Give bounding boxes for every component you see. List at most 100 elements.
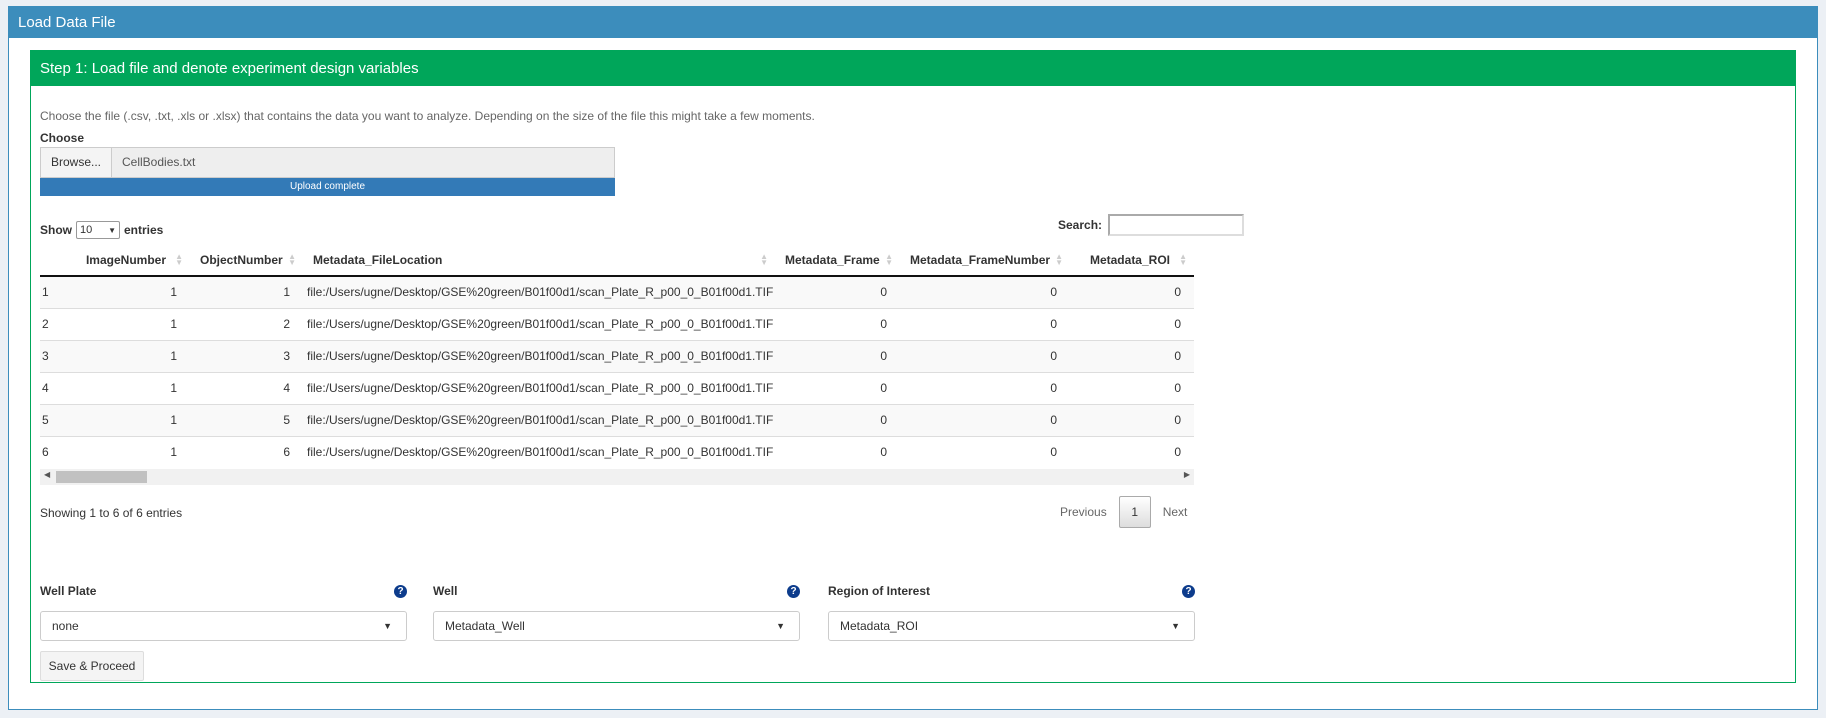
- column-header-label: Metadata_FileLocation: [313, 253, 443, 267]
- upload-progress-bar: Upload complete: [40, 178, 615, 196]
- table-cell: 0: [900, 307, 1070, 340]
- table-cell: 1: [190, 275, 303, 308]
- table-cell: 4: [40, 371, 75, 404]
- roi-field: Region of Interest? Metadata_ROI ▼: [828, 582, 1195, 641]
- table-cell: 0: [775, 275, 900, 308]
- table-cell: 1: [75, 371, 190, 404]
- help-icon[interactable]: ?: [787, 584, 800, 598]
- file-label: Choose: [40, 131, 85, 145]
- caret-down-icon: ▼: [383, 621, 392, 631]
- table-cell: 0: [1070, 403, 1194, 436]
- table-row[interactable]: 5 1 5 file:/Users/ugne/Desktop/GSE%20green/…: [40, 403, 1194, 436]
- table-cell: file:/Users/ugne/Desktop/GSE%20green/B01…: [303, 435, 775, 468]
- caret-down-icon: ▼: [776, 621, 785, 631]
- table-cell: 6: [40, 435, 75, 468]
- table-cell: 3: [40, 339, 75, 372]
- data-table: ImageNumber ▲ ▼ ObjectNumber ▲ ▼ Metadata_File…: [40, 245, 1194, 468]
- caret-down-icon: ▼: [1171, 621, 1180, 631]
- column-header-imagenumber[interactable]: ImageNumber ▲ ▼: [75, 245, 190, 277]
- well-select[interactable]: Metadata_Well ▼: [433, 611, 800, 641]
- table-cell: 0: [1070, 371, 1194, 404]
- scroll-left-icon[interactable]: ◀: [44, 470, 50, 479]
- table-cell: 0: [900, 435, 1070, 468]
- table-cell: 1: [75, 275, 190, 308]
- scroll-right-icon[interactable]: ▶: [1184, 470, 1190, 479]
- table-cell: 0: [1070, 339, 1194, 372]
- table-cell: 0: [775, 307, 900, 340]
- table-cell: 1: [75, 435, 190, 468]
- entries-length: Show 10 ▼ entries: [40, 221, 163, 239]
- table-cell: 0: [775, 371, 900, 404]
- scrollbar-thumb[interactable]: [56, 471, 147, 483]
- table-row[interactable]: 4 1 4 file:/Users/ugne/Desktop/GSE%20green/…: [40, 371, 1194, 404]
- sort-icon[interactable]: ▲ ▼: [175, 253, 183, 267]
- file-input[interactable]: Browse... CellBodies.txt: [40, 147, 615, 178]
- sort-icon[interactable]: ▲ ▼: [1055, 253, 1063, 267]
- column-header-metadata-frame[interactable]: Metadata_Frame ▲ ▼: [775, 245, 900, 277]
- table-row[interactable]: 2 1 2 file:/Users/ugne/Desktop/GSE%20green/…: [40, 307, 1194, 340]
- entries-label: entries: [124, 223, 164, 237]
- column-header-label: ImageNumber: [85, 253, 166, 267]
- page-1-button[interactable]: 1: [1118, 496, 1151, 528]
- next-button[interactable]: Next: [1151, 505, 1200, 519]
- search: Search:: [1058, 214, 1245, 236]
- table-cell: 0: [900, 403, 1070, 436]
- description: Choose the file (.csv, .txt, .xls or .xl…: [40, 109, 815, 123]
- table-cell: 1: [75, 403, 190, 436]
- show-label: Show: [40, 223, 72, 237]
- table-cell: 4: [190, 371, 303, 404]
- sort-icon[interactable]: ▲ ▼: [885, 253, 893, 267]
- column-header-metadata-framenumber[interactable]: Metadata_FrameNumber ▲ ▼: [900, 245, 1070, 277]
- table-cell: 2: [40, 307, 75, 340]
- roi-value: Metadata_ROI: [840, 619, 919, 633]
- table-cell: 0: [1070, 307, 1194, 340]
- table-cell: 5: [40, 403, 75, 436]
- horizontal-scrollbar[interactable]: ◀ ▶: [40, 469, 1194, 485]
- table-row[interactable]: 6 1 6 file:/Users/ugne/Desktop/GSE%20green/…: [40, 435, 1194, 468]
- entries-value: 10: [80, 224, 93, 236]
- table-cell: 0: [775, 339, 900, 372]
- table-cell: 5: [190, 403, 303, 436]
- table-cell: 2: [190, 307, 303, 340]
- table-row[interactable]: 3 1 3 file:/Users/ugne/Desktop/GSE%20green/…: [40, 339, 1194, 372]
- column-header-objectnumber[interactable]: ObjectNumber ▲ ▼: [190, 245, 303, 277]
- help-icon[interactable]: ?: [394, 584, 407, 598]
- step1-title: Step 1: Load file and denote experiment …: [31, 51, 1795, 86]
- table-cell: 1: [75, 339, 190, 372]
- well-field: Well? Metadata_Well ▼: [433, 582, 800, 641]
- load-data-panel: Load Data File Step 1: Load file and den…: [8, 6, 1818, 710]
- column-header-metadata-roi[interactable]: Metadata_ROI ▲ ▼: [1070, 245, 1194, 277]
- well-plate-field: Well Plate? none ▼: [40, 582, 407, 641]
- column-header-label: ObjectNumber: [200, 253, 283, 267]
- previous-button[interactable]: Previous: [1048, 505, 1119, 519]
- column-header-metadata-filelocation[interactable]: Metadata_FileLocation ▲ ▼: [303, 245, 775, 277]
- save-proceed-button[interactable]: Save & Proceed: [40, 651, 144, 681]
- roi-label: Region of Interest: [828, 584, 931, 598]
- search-label: Search:: [1058, 218, 1103, 232]
- table-row[interactable]: 1 1 1 file:/Users/ugne/Desktop/GSE%20green/…: [40, 275, 1194, 308]
- table-cell: file:/Users/ugne/Desktop/GSE%20green/B01…: [303, 403, 775, 436]
- well-plate-select[interactable]: none ▼: [40, 611, 407, 641]
- step1-box: Step 1: Load file and denote experiment …: [30, 50, 1796, 683]
- entries-select[interactable]: 10 ▼: [76, 221, 120, 239]
- search-input[interactable]: [1108, 214, 1245, 236]
- browse-button[interactable]: Browse...: [41, 148, 112, 177]
- table-cell: file:/Users/ugne/Desktop/GSE%20green/B01…: [303, 339, 775, 372]
- table-cell: 6: [190, 435, 303, 468]
- column-header-index[interactable]: [40, 245, 75, 277]
- sort-icon[interactable]: ▲ ▼: [760, 253, 768, 267]
- sort-icon[interactable]: ▲ ▼: [288, 253, 296, 267]
- well-plate-value: none: [52, 619, 79, 633]
- table-cell: 0: [1070, 275, 1194, 308]
- table-cell: 0: [900, 339, 1070, 372]
- table-cell: 3: [190, 339, 303, 372]
- help-icon[interactable]: ?: [1182, 584, 1195, 598]
- column-header-label: Metadata_FrameNumber: [910, 253, 1051, 267]
- file-name: CellBodies.txt: [122, 155, 196, 169]
- sort-icon[interactable]: ▲ ▼: [1179, 253, 1187, 267]
- table-cell: file:/Users/ugne/Desktop/GSE%20green/B01…: [303, 371, 775, 404]
- panel-title: Load Data File: [9, 7, 1817, 38]
- table-cell: 1: [75, 307, 190, 340]
- roi-select[interactable]: Metadata_ROI ▼: [828, 611, 1195, 641]
- table-cell: 0: [900, 371, 1070, 404]
